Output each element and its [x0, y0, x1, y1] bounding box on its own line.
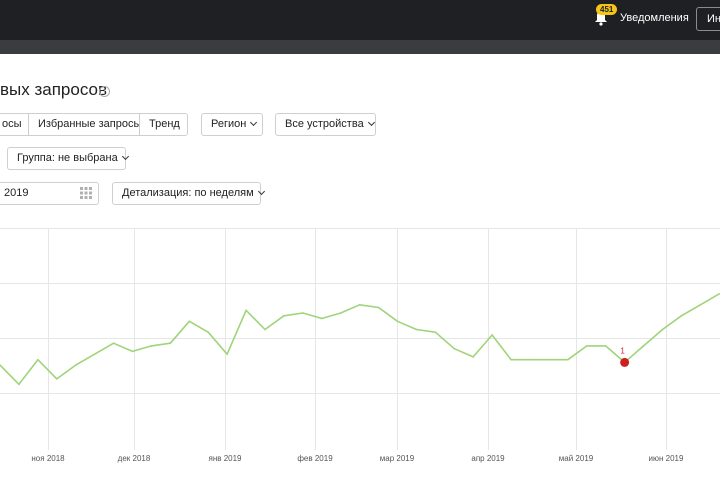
x-tick-label: мар 2019	[380, 454, 415, 463]
data-point	[339, 312, 342, 314]
data-point	[188, 320, 191, 323]
tab-favorites[interactable]: Избранные запросы	[28, 113, 142, 136]
data-point	[699, 304, 702, 306]
region-label: Регион	[211, 118, 247, 130]
event-marker	[620, 357, 630, 367]
data-point	[415, 328, 418, 331]
data-point	[245, 309, 247, 312]
data-point	[604, 345, 607, 347]
date-range-value: 2019	[4, 187, 29, 199]
data-point	[283, 314, 285, 317]
data-point	[548, 358, 550, 361]
x-tick-label: дек 2018	[118, 454, 151, 463]
data-point	[453, 347, 456, 350]
region-dropdown[interactable]: Регион	[201, 113, 263, 136]
x-tick-label: фев 2019	[297, 454, 333, 463]
data-point	[396, 320, 399, 323]
x-tick-label: июн 2019	[649, 454, 684, 463]
calendar-icon[interactable]	[80, 187, 92, 199]
chevron-down-icon	[250, 118, 258, 127]
data-point	[491, 334, 493, 336]
data-point	[377, 306, 380, 309]
data-point	[37, 358, 39, 361]
devices-label: Все устройства	[285, 118, 364, 130]
event-marker-label: 1	[620, 346, 625, 355]
data-point	[18, 383, 20, 386]
data-point	[510, 358, 512, 361]
devices-dropdown[interactable]: Все устройства	[275, 113, 376, 136]
top-bar-strip	[0, 40, 720, 54]
page-title: вых запросов	[0, 80, 108, 99]
data-point	[131, 350, 134, 353]
header-button-label: Ин	[707, 13, 720, 25]
trend-chart: ноя 2018 дек 2018 янв 2019 фев 2019 мар 2019…	[0, 228, 720, 463]
group-dropdown[interactable]: Группа: не выбрана	[7, 147, 129, 170]
data-point	[55, 378, 58, 380]
data-point	[320, 317, 323, 320]
data-point	[358, 304, 361, 306]
tab-favorites-label: Избранные запросы	[38, 118, 142, 130]
data-point	[680, 314, 683, 317]
detail-label: Детализация: по неделям	[122, 187, 254, 199]
detail-dropdown[interactable]: Детализация: по неделям	[112, 182, 265, 205]
tab-trend[interactable]: Тренд	[139, 113, 188, 136]
x-tick-label: ноя 2018	[31, 454, 65, 463]
data-point	[302, 312, 304, 314]
data-point	[207, 331, 210, 334]
x-tick-label: май 2019	[559, 454, 594, 463]
x-tick-label: янв 2019	[208, 454, 242, 463]
tab-queries-label: осы	[2, 118, 22, 130]
x-tick-label: апр 2019	[471, 454, 505, 463]
data-point	[112, 342, 115, 344]
data-point	[661, 328, 664, 331]
data-point	[585, 345, 588, 347]
chevron-down-icon	[367, 118, 375, 127]
data-point	[169, 342, 172, 344]
data-point	[264, 328, 266, 331]
chevron-down-icon	[121, 152, 129, 161]
tab-trend-label: Тренд	[149, 118, 180, 130]
data-point	[150, 345, 153, 347]
series-line	[0, 293, 720, 386]
data-point	[472, 356, 475, 358]
notifications-badge: 451	[596, 4, 618, 15]
chevron-down-icon	[257, 187, 265, 196]
data-point	[434, 331, 437, 334]
data-point	[74, 364, 77, 366]
data-point	[226, 353, 228, 355]
tab-queries[interactable]: осы	[0, 113, 29, 136]
data-point	[642, 345, 645, 347]
data-point	[529, 358, 531, 361]
notifications-link[interactable]: Уведомления	[620, 12, 689, 24]
group-label: Группа: не выбрана	[17, 152, 118, 164]
data-point	[567, 358, 569, 361]
header-button[interactable]: Ин	[696, 7, 720, 31]
data-point	[93, 353, 96, 355]
info-icon[interactable]: i	[99, 86, 110, 97]
